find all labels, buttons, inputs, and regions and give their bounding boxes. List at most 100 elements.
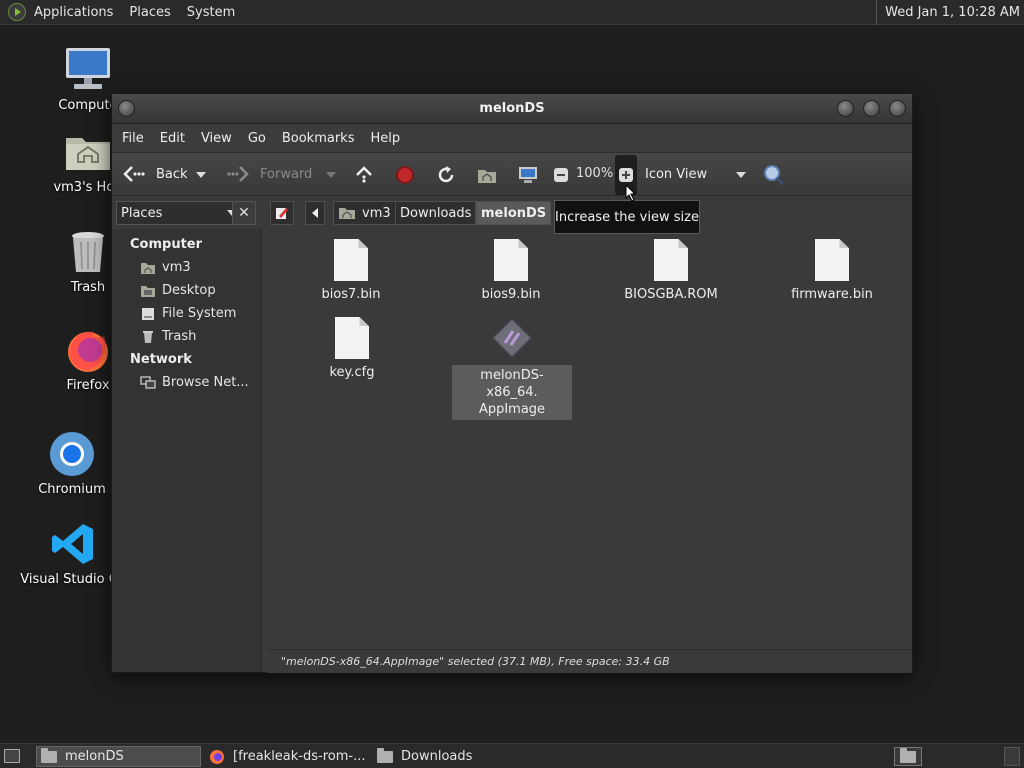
back-history-caret-icon[interactable] xyxy=(196,172,206,178)
status-bar: "melonDS-x86_64.AppImage" selected (37.1… xyxy=(267,649,912,673)
zoom-level[interactable]: 100% xyxy=(576,166,613,181)
workspace-switcher[interactable] xyxy=(894,747,922,766)
trash-icon xyxy=(64,228,112,276)
breadcrumb-vm3[interactable]: vm3 xyxy=(333,201,396,225)
forward-history-caret-icon[interactable] xyxy=(326,172,336,178)
drive-icon xyxy=(142,307,154,320)
network-icon xyxy=(140,375,156,389)
computer-icon[interactable] xyxy=(516,163,540,187)
home-folder-icon xyxy=(64,128,112,176)
desktop-icon xyxy=(141,285,155,297)
close-sidebar-icon[interactable]: ✕ xyxy=(232,201,256,225)
sidebar: Computer vm3 Desktop File System Trash N… xyxy=(112,229,262,672)
chevron-left-icon xyxy=(312,208,318,218)
maximize-button[interactable] xyxy=(863,100,880,117)
firefox-icon xyxy=(64,326,112,374)
stop-icon[interactable] xyxy=(393,163,417,187)
trash-applet-icon[interactable] xyxy=(1004,747,1020,766)
toolbar: Back Forward 100% Icon View xyxy=(112,152,912,196)
titlebar[interactable]: melonDS xyxy=(112,94,912,124)
menu-view[interactable]: View xyxy=(193,131,240,146)
applications-logo-icon[interactable] xyxy=(8,3,26,21)
back-arrow-icon xyxy=(122,162,146,186)
zoom-in-icon xyxy=(619,168,633,182)
appimage-icon xyxy=(491,317,533,359)
taskbar-item-firefox[interactable]: [freakleak-ds-rom-... xyxy=(205,746,370,767)
file-view[interactable]: bios7.bin bios9.bin BIOSGBA.ROM firmware… xyxy=(267,229,912,649)
file-name: bios9.bin xyxy=(481,287,541,302)
menubar: File Edit View Go Bookmarks Help xyxy=(112,124,912,152)
sidebar-item-vm3[interactable]: vm3 xyxy=(112,256,261,279)
reload-icon[interactable] xyxy=(434,163,458,187)
file-item[interactable]: bios7.bin xyxy=(291,239,411,302)
mouse-cursor-icon xyxy=(625,184,637,202)
trash-icon xyxy=(143,330,153,343)
sidebar-places-select[interactable]: Places xyxy=(116,201,242,225)
file-item-selected[interactable]: melonDS-x86_64. AppImage xyxy=(452,317,572,420)
menu-applications[interactable]: Applications xyxy=(26,5,121,20)
taskbar-item-downloads[interactable]: Downloads xyxy=(373,746,538,767)
view-mode-select[interactable]: Icon View xyxy=(645,153,707,195)
sidebar-item-desktop[interactable]: Desktop xyxy=(112,279,261,302)
firefox-icon xyxy=(210,749,224,764)
sidebar-item-file-system[interactable]: File System xyxy=(112,302,261,325)
file-manager-window: melonDS File Edit View Go Bookmarks Help… xyxy=(111,93,913,673)
sidebar-section-computer: Computer xyxy=(130,237,203,252)
folder-icon xyxy=(377,747,393,763)
close-button[interactable] xyxy=(889,100,906,117)
home-folder-icon xyxy=(339,208,355,219)
chromium-icon xyxy=(48,430,96,478)
zoom-in-tooltip: Increase the view size xyxy=(554,200,700,234)
file-name: bios7.bin xyxy=(321,287,381,302)
file-name: melonDS-x86_64. AppImage xyxy=(452,365,572,420)
edit-location-icon xyxy=(276,208,288,219)
file-item[interactable]: bios9.bin xyxy=(451,239,571,302)
file-item[interactable]: key.cfg xyxy=(292,317,412,380)
location-bar: Places ✕ vm3 Downloads melonDS xyxy=(112,197,912,229)
view-mode-caret-icon[interactable] xyxy=(736,172,746,178)
menu-places[interactable]: Places xyxy=(121,5,178,20)
menu-file[interactable]: File xyxy=(114,131,152,146)
back-label: Back xyxy=(156,166,188,182)
file-name: firmware.bin xyxy=(791,287,873,302)
window-menu-button[interactable] xyxy=(118,100,135,117)
vscode-icon xyxy=(49,520,97,568)
document-icon xyxy=(654,239,688,281)
file-name: BIOSGBA.ROM xyxy=(624,287,718,302)
document-icon xyxy=(335,317,369,359)
home-icon xyxy=(141,262,155,274)
bottom-panel: melonDS [freakleak-ds-rom-... Downloads xyxy=(0,743,1024,768)
sidebar-section-network: Network xyxy=(130,352,192,367)
forward-button[interactable]: Forward xyxy=(226,153,312,195)
home-icon[interactable] xyxy=(475,163,499,187)
top-menu: Applications Places System xyxy=(26,0,243,24)
folder-icon xyxy=(900,747,916,763)
up-arrow-icon[interactable] xyxy=(352,163,376,187)
search-icon[interactable] xyxy=(762,163,786,187)
file-item[interactable]: firmware.bin xyxy=(772,239,892,302)
forward-label: Forward xyxy=(260,166,313,182)
forward-arrow-icon xyxy=(226,162,250,186)
menu-system[interactable]: System xyxy=(179,5,243,20)
menu-help[interactable]: Help xyxy=(362,131,408,146)
menu-bookmarks[interactable]: Bookmarks xyxy=(274,131,363,146)
file-item[interactable]: BIOSGBA.ROM xyxy=(611,239,731,302)
breadcrumb-left-arrow[interactable] xyxy=(305,201,325,225)
menu-edit[interactable]: Edit xyxy=(152,131,193,146)
folder-icon xyxy=(41,747,57,763)
sidebar-item-browse-network[interactable]: Browse Net... xyxy=(112,371,261,394)
taskbar-item-melonds[interactable]: melonDS xyxy=(36,746,201,767)
zoom-out-icon[interactable] xyxy=(549,163,573,187)
back-button[interactable]: Back xyxy=(122,153,188,195)
breadcrumb-melonds[interactable]: melonDS xyxy=(476,201,552,225)
view-mode-label: Icon View xyxy=(645,166,708,182)
minimize-button[interactable] xyxy=(837,100,854,117)
sidebar-item-trash[interactable]: Trash xyxy=(112,325,261,348)
file-name: key.cfg xyxy=(329,365,375,380)
top-panel: Applications Places System Wed Jan 1, 10… xyxy=(0,0,1024,25)
breadcrumb-downloads[interactable]: Downloads xyxy=(395,201,477,225)
show-desktop-icon[interactable] xyxy=(4,749,20,763)
toggle-location-entry-button[interactable] xyxy=(270,201,294,225)
clock[interactable]: Wed Jan 1, 10:28 AM xyxy=(876,0,1020,25)
menu-go[interactable]: Go xyxy=(240,131,274,146)
